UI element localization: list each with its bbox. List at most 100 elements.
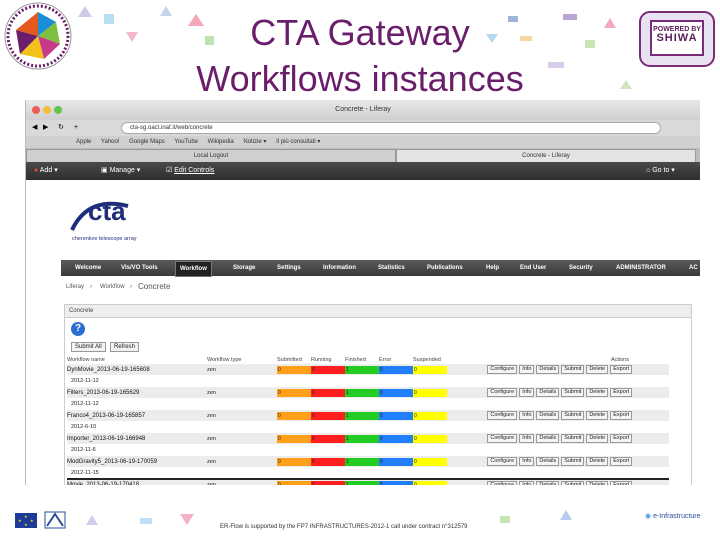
checkbox-icon: ☑	[166, 167, 175, 174]
bookmark-item[interactable]: Il più consultati ▾	[276, 139, 320, 145]
status-error-count: 0	[379, 434, 413, 443]
delete-button[interactable]: Delete	[586, 365, 609, 374]
bookmark-item[interactable]: Yahoo!	[101, 139, 120, 145]
status-error-count: 0	[379, 365, 413, 374]
configure-button[interactable]: Configure	[487, 434, 518, 443]
refresh-button[interactable]: Refresh	[110, 342, 140, 352]
menu-item-welcome[interactable]: Welcome	[75, 260, 101, 276]
menu-item-help[interactable]: Help	[486, 260, 499, 276]
close-window-icon[interactable]	[32, 106, 40, 114]
configure-button[interactable]: Configure	[487, 365, 518, 374]
edit-controls-toggle[interactable]: ☑ Edit Controls	[166, 162, 214, 180]
table-row-date: 2012-11-12	[67, 398, 669, 410]
submit-button[interactable]: Submit	[561, 480, 585, 485]
details-button[interactable]: Details	[536, 388, 560, 397]
submit-button[interactable]: Submit	[561, 411, 585, 420]
workflow-name-cell: Franco4_2013-06-19-165857	[67, 410, 207, 421]
configure-button[interactable]: Configure	[487, 411, 518, 420]
bookmark-item[interactable]: Notizie ▾	[243, 139, 266, 145]
configure-button[interactable]: Configure	[487, 457, 518, 466]
zoom-window-icon[interactable]	[54, 106, 62, 114]
menu-item-statistics[interactable]: Statistics	[378, 260, 405, 276]
workflow-name-cell: Movie_2013-06-19-170418	[67, 479, 207, 485]
export-button[interactable]: Export	[610, 365, 633, 374]
submit-button[interactable]: Submit	[561, 434, 585, 443]
menu-item-security[interactable]: Security	[569, 260, 593, 276]
export-button[interactable]: Export	[610, 388, 633, 397]
presentation-slide: CTA Gateway Workflows instances POWERED …	[0, 0, 720, 540]
delete-button[interactable]: Delete	[586, 457, 609, 466]
info-button[interactable]: Info	[519, 411, 535, 420]
info-button[interactable]: Info	[519, 480, 535, 485]
menu-item-workflow[interactable]: Workflow	[175, 261, 212, 277]
forward-icon[interactable]: ▶	[43, 120, 48, 136]
info-button[interactable]: Info	[519, 457, 535, 466]
tab-concrete[interactable]: Concrete - Liferay	[396, 149, 696, 162]
submit-button[interactable]: Submit	[561, 457, 585, 466]
status-submitted-count: 0	[277, 457, 311, 466]
breadcrumb-liferay[interactable]: Liferay	[66, 276, 84, 298]
window-title: Concrete - Liferay	[335, 106, 391, 113]
workflow-portlet: ? Submit All Refresh Workflow name Workf…	[64, 318, 692, 485]
er-flow-logo	[4, 2, 72, 70]
submit-button[interactable]: Submit	[561, 365, 585, 374]
delete-button[interactable]: Delete	[586, 411, 609, 420]
export-button[interactable]: Export	[610, 457, 633, 466]
menu-item-information[interactable]: Information	[323, 260, 356, 276]
delete-button[interactable]: Delete	[586, 388, 609, 397]
add-menu[interactable]: ● Add ▾	[34, 162, 58, 180]
col-error: Error	[379, 356, 392, 363]
status-running-count: 0	[311, 434, 345, 443]
details-button[interactable]: Details	[536, 411, 560, 420]
menu-item-vis-vo-tools[interactable]: VIs/VO Tools	[121, 260, 158, 276]
delete-button[interactable]: Delete	[586, 434, 609, 443]
details-button[interactable]: Details	[536, 434, 560, 443]
configure-button[interactable]: Configure	[487, 388, 518, 397]
details-button[interactable]: Details	[536, 365, 560, 374]
export-button[interactable]: Export	[610, 434, 633, 443]
status-suspended-count: 0	[413, 365, 447, 374]
browser-titlebar: Concrete - Liferay	[26, 100, 700, 120]
address-bar[interactable]: cta-sg.oact.inaf.it/web/concrete	[121, 122, 661, 134]
browser-tabs: Local Logout Concrete - Liferay	[26, 148, 700, 162]
minimize-window-icon[interactable]	[43, 106, 51, 114]
info-button[interactable]: Info	[519, 434, 535, 443]
menu-item-publications[interactable]: Publications	[427, 260, 463, 276]
status-bar: 00100	[277, 434, 447, 443]
reload-icon[interactable]: ↻	[58, 120, 64, 136]
help-icon[interactable]: ?	[71, 322, 85, 336]
export-button[interactable]: Export	[610, 480, 633, 485]
status-error-count: 0	[379, 388, 413, 397]
submit-all-button[interactable]: Submit All	[71, 342, 106, 352]
menu-item-administrator[interactable]: ADMINISTRATOR	[616, 260, 666, 276]
workflow-type-cell: zen	[207, 387, 277, 398]
tab-local-logout[interactable]: Local Logout	[26, 149, 396, 162]
info-button[interactable]: Info	[519, 365, 535, 374]
export-button[interactable]: Export	[610, 411, 633, 420]
delete-button[interactable]: Delete	[586, 480, 609, 485]
menu-item-end-user[interactable]: End User	[520, 260, 546, 276]
svg-text:cta: cta	[88, 196, 126, 226]
back-icon[interactable]: ◀	[32, 120, 37, 136]
actions-cell: Configure Info Details Submit Delete Export	[487, 456, 669, 467]
info-button[interactable]: Info	[519, 388, 535, 397]
configure-button[interactable]: Configure	[487, 480, 518, 485]
menu-item-storage[interactable]: Storage	[233, 260, 255, 276]
workflow-name-cell: DynMovie_2013-06-19-165608	[67, 364, 207, 375]
goto-menu[interactable]: ⌂ Go to ▾	[646, 162, 675, 180]
breadcrumb-workflow[interactable]: Workflow	[100, 276, 125, 298]
bookmark-item[interactable]: Google Maps	[129, 139, 165, 145]
svg-text:cherenkov telescope array: cherenkov telescope array	[72, 236, 137, 242]
menu-item-settings[interactable]: Settings	[277, 260, 301, 276]
menu-item-ac[interactable]: AC	[689, 260, 698, 276]
add-bookmark-icon[interactable]: +	[74, 120, 78, 136]
bookmark-item[interactable]: Apple	[76, 139, 91, 145]
submit-button[interactable]: Submit	[561, 388, 585, 397]
status-submitted-count: 0	[277, 434, 311, 443]
bookmark-item[interactable]: Wikipedia	[208, 139, 234, 145]
details-button[interactable]: Details	[536, 480, 560, 485]
manage-menu[interactable]: ▣ Manage ▾	[101, 162, 140, 180]
bookmark-item[interactable]: YouTube	[174, 139, 198, 145]
details-button[interactable]: Details	[536, 457, 560, 466]
einfra-icon: ◉	[645, 513, 654, 520]
